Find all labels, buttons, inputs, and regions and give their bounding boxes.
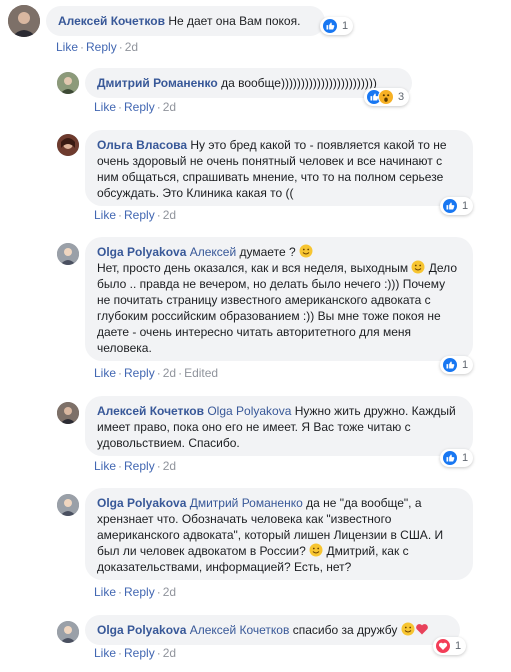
comment-bubble: Olga Polyakova Алексей Кочетков спасибо … bbox=[85, 615, 460, 645]
separator: · bbox=[156, 366, 161, 380]
like-link[interactable]: Like bbox=[94, 646, 116, 660]
comment-actions: Like · Reply · 2d bbox=[94, 459, 176, 473]
comment-author[interactable]: Ольга Власова bbox=[97, 138, 187, 152]
reaction-summary[interactable]: 1 bbox=[320, 17, 354, 35]
smile-emoji-icon bbox=[299, 244, 313, 258]
like-link[interactable]: Like bbox=[94, 208, 116, 222]
reaction-summary[interactable]: 1 bbox=[433, 637, 467, 655]
reaction-summary[interactable]: 1 bbox=[440, 449, 474, 467]
reaction-summary[interactable]: 1 bbox=[440, 197, 474, 215]
avatar[interactable] bbox=[57, 134, 79, 156]
heart-emoji-icon bbox=[415, 622, 429, 636]
separator: · bbox=[156, 585, 161, 599]
like-icon bbox=[442, 198, 458, 214]
like-link[interactable]: Like bbox=[94, 585, 116, 599]
separator: · bbox=[156, 646, 161, 660]
timestamp[interactable]: 2d bbox=[163, 208, 176, 222]
like-link[interactable]: Like bbox=[94, 459, 116, 473]
reaction-count: 1 bbox=[455, 640, 462, 652]
separator: · bbox=[80, 40, 85, 54]
timestamp[interactable]: 2d bbox=[163, 366, 176, 380]
avatar[interactable] bbox=[57, 621, 79, 643]
comment-bubble: Ольга Власова Ну это бред какой то - поя… bbox=[85, 130, 473, 206]
comment-author[interactable]: Дмитрий Романенко bbox=[97, 76, 218, 90]
mention-link[interactable]: Дмитрий Романенко bbox=[190, 496, 303, 510]
avatar[interactable] bbox=[8, 5, 40, 37]
smile-emoji-icon bbox=[309, 543, 323, 557]
mention-link[interactable]: Алексей Кочетков bbox=[190, 623, 290, 637]
comment-actions: Like · Reply · 2d bbox=[94, 208, 176, 222]
reply-link[interactable]: Reply bbox=[124, 100, 155, 114]
separator: · bbox=[118, 40, 123, 54]
separator: · bbox=[156, 459, 161, 473]
comment-bubble: Алексей Кочетков Olga Polyakova Нужно жи… bbox=[85, 396, 473, 456]
comment-text: Не дает она Вам покоя. bbox=[168, 14, 301, 28]
avatar[interactable] bbox=[57, 494, 79, 516]
comment-author[interactable]: Olga Polyakova bbox=[97, 623, 186, 637]
comment-actions: Like · Reply · 2d · Edited bbox=[94, 366, 218, 380]
comment-actions: Like · Reply · 2d bbox=[56, 40, 138, 54]
reaction-count: 1 bbox=[462, 359, 469, 371]
like-link[interactable]: Like bbox=[94, 366, 116, 380]
comment-text: думаете ? bbox=[239, 245, 296, 259]
wow-icon bbox=[378, 89, 394, 105]
comment-text: спасибо за дружбу bbox=[292, 623, 398, 637]
comment-author[interactable]: Алексей Кочетков bbox=[97, 404, 204, 418]
reply-link[interactable]: Reply bbox=[86, 40, 117, 54]
avatar[interactable] bbox=[57, 402, 79, 424]
mention-link[interactable]: Алексей bbox=[190, 245, 236, 259]
reply-link[interactable]: Reply bbox=[124, 585, 155, 599]
reply-link[interactable]: Reply bbox=[124, 646, 155, 660]
timestamp[interactable]: 2d bbox=[125, 40, 138, 54]
reaction-count: 1 bbox=[462, 452, 469, 464]
comment-bubble: Olga Polyakova Дмитрий Романенко да не "… bbox=[85, 488, 473, 580]
like-link[interactable]: Like bbox=[56, 40, 78, 54]
smile-emoji-icon bbox=[401, 622, 415, 636]
separator: · bbox=[118, 459, 123, 473]
comment-author[interactable]: Olga Polyakova bbox=[97, 496, 186, 510]
comment-bubble: Дмитрий Романенко да вообще)))))))))))))… bbox=[85, 68, 412, 98]
comment-author[interactable]: Olga Polyakova bbox=[97, 245, 186, 259]
smile-emoji-icon bbox=[411, 260, 425, 274]
timestamp[interactable]: 2d bbox=[163, 100, 176, 114]
timestamp[interactable]: 2d bbox=[163, 585, 176, 599]
love-icon bbox=[435, 638, 451, 654]
timestamp[interactable]: 2d bbox=[163, 459, 176, 473]
mention-link[interactable]: Olga Polyakova bbox=[207, 404, 291, 418]
comment-actions: Like · Reply · 2d bbox=[94, 646, 176, 660]
comment-text: Нет, просто день оказался, как и вся нед… bbox=[97, 261, 409, 275]
reaction-count: 1 bbox=[342, 20, 349, 32]
like-icon bbox=[442, 357, 458, 373]
reaction-count: 3 bbox=[398, 91, 405, 103]
comment-text: да вообще)))))))))))))))))))))))) bbox=[221, 76, 377, 90]
reaction-summary[interactable]: 1 bbox=[440, 356, 474, 374]
comment-actions: Like · Reply · 2d bbox=[94, 100, 176, 114]
separator: · bbox=[118, 208, 123, 222]
comment-author[interactable]: Алексей Кочетков bbox=[58, 14, 165, 28]
separator: · bbox=[156, 100, 161, 114]
edited-label[interactable]: Edited bbox=[184, 366, 218, 380]
separator: · bbox=[118, 366, 123, 380]
separator: · bbox=[156, 208, 161, 222]
like-icon bbox=[442, 450, 458, 466]
reaction-count: 1 bbox=[462, 200, 469, 212]
avatar[interactable] bbox=[57, 72, 79, 94]
like-icon bbox=[322, 18, 338, 34]
reaction-summary[interactable]: 3 bbox=[364, 88, 410, 106]
like-link[interactable]: Like bbox=[94, 100, 116, 114]
comment-bubble: Алексей Кочетков Не дает она Вам покоя. bbox=[46, 6, 325, 36]
comment-actions: Like · Reply · 2d bbox=[94, 585, 176, 599]
separator: · bbox=[118, 646, 123, 660]
separator: · bbox=[118, 100, 123, 114]
reply-link[interactable]: Reply bbox=[124, 366, 155, 380]
timestamp[interactable]: 2d bbox=[163, 646, 176, 660]
avatar[interactable] bbox=[57, 243, 79, 265]
comment-text: Дело было .. правда не вечером, но делат… bbox=[97, 261, 457, 355]
separator: · bbox=[178, 366, 183, 380]
reply-link[interactable]: Reply bbox=[124, 208, 155, 222]
comment-bubble: Olga Polyakova Алексей думаете ? Нет, пр… bbox=[85, 237, 473, 361]
reply-link[interactable]: Reply bbox=[124, 459, 155, 473]
separator: · bbox=[118, 585, 123, 599]
